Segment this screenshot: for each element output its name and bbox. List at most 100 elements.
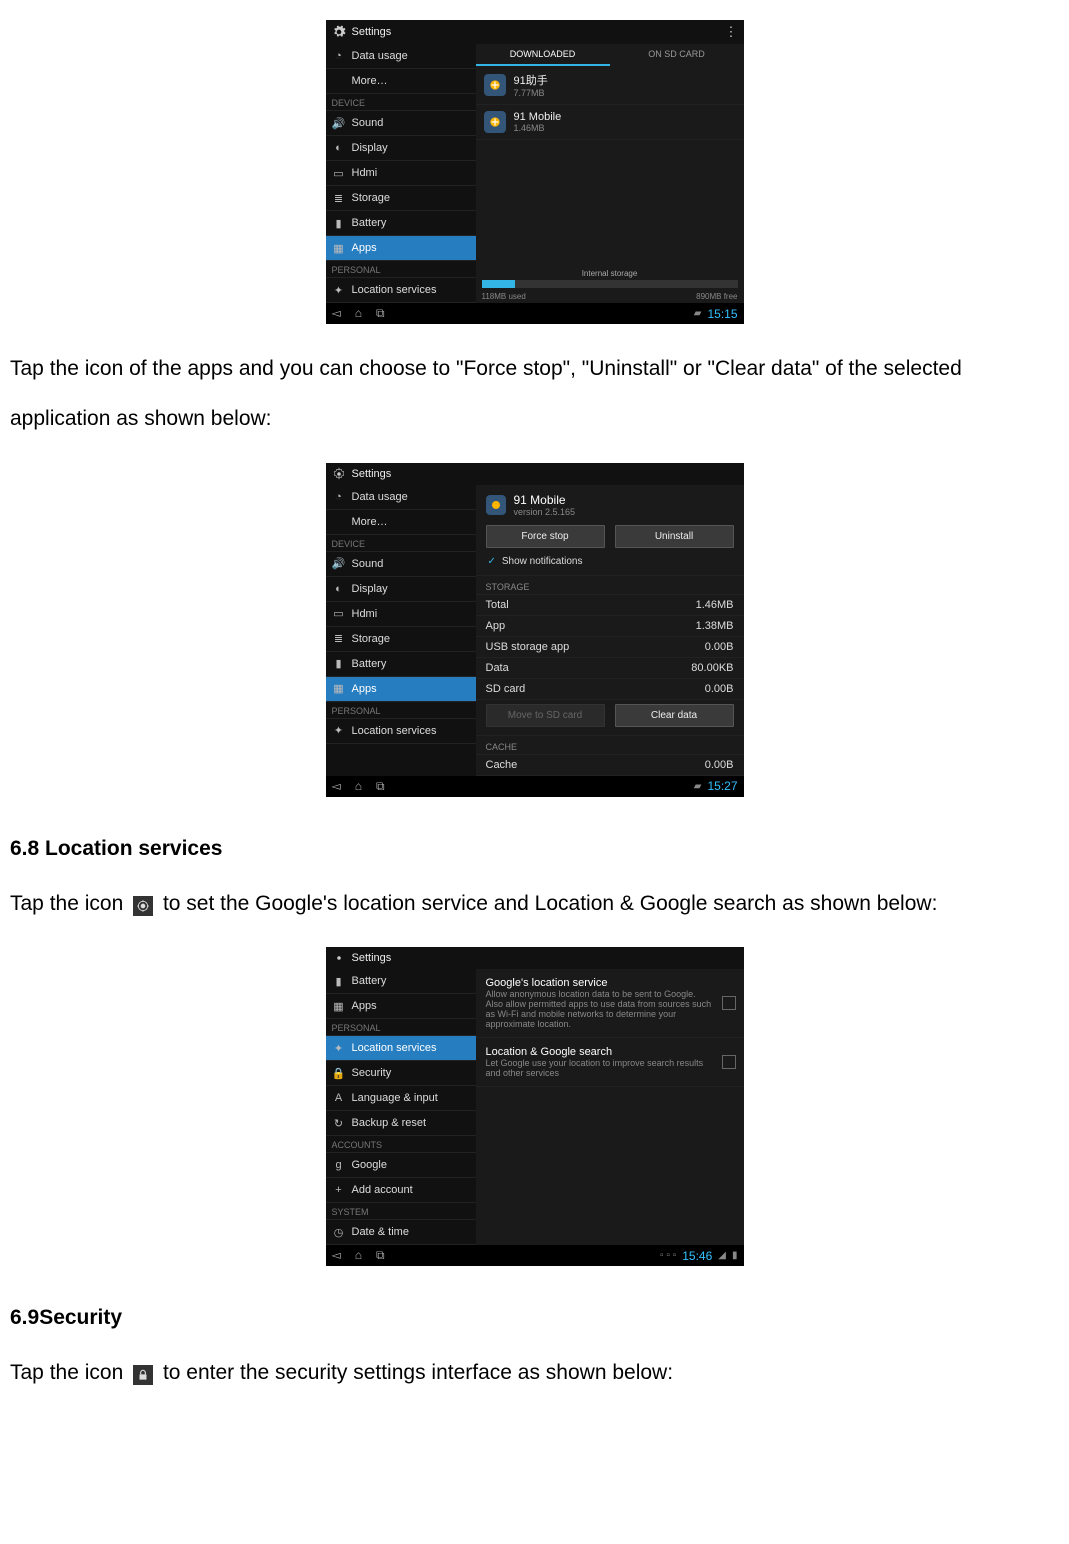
kv-usb-label: USB storage app [486, 641, 570, 653]
checkbox[interactable] [722, 996, 736, 1010]
tab-downloaded[interactable]: DOWNLOADED [476, 44, 610, 66]
lock-icon: 🔒 [332, 1066, 346, 1080]
storage-icon: ≣ [332, 191, 346, 205]
recent-button[interactable]: ⧉ [376, 779, 385, 794]
sidebar-item-add-account[interactable]: +Add account [326, 1178, 476, 1203]
sidebar-section-personal: PERSONAL [326, 702, 476, 719]
screenshot-location-services: Settings ▮Battery ▦Apps PERSONAL ✦Locati… [326, 947, 744, 1266]
sidebar-item-display[interactable]: ◐Display [326, 577, 476, 602]
sidebar-item-apps[interactable]: ▦Apps [326, 677, 476, 702]
heading-security: 6.9Security [10, 1306, 1059, 1330]
language-icon: A [332, 1091, 346, 1105]
google-location-service-toggle[interactable]: Google's location service Allow anonymou… [476, 969, 744, 1038]
sidebar-item-storage[interactable]: ≣Storage [326, 186, 476, 211]
paragraph: Tap the icon to set the Google's locatio… [10, 879, 1059, 929]
kv-total-label: Total [486, 599, 509, 611]
back-button[interactable]: ◅ [332, 779, 341, 794]
app-name: 91 Mobile [514, 493, 576, 507]
sidebar-item-more[interactable]: More… [326, 69, 476, 94]
apps-icon: ▦ [332, 241, 346, 255]
sidebar-item-display[interactable]: ◐Display [326, 136, 476, 161]
sidebar-item-apps[interactable]: ▦Apps [326, 994, 476, 1019]
lock-icon [133, 1365, 153, 1385]
title-text: Settings [352, 26, 392, 38]
sidebar-item-sound[interactable]: 🔊Sound [326, 552, 476, 577]
hdmi-icon: ▭ [332, 607, 346, 621]
clock-icon: ◷ [332, 1225, 346, 1239]
data-usage-icon: ◔ [332, 490, 346, 504]
sidebar-item-battery[interactable]: ▮Battery [326, 969, 476, 994]
google-icon: g [332, 1158, 346, 1172]
battery-icon: ▮ [732, 1250, 738, 1261]
kv-app-value: 1.38MB [696, 620, 734, 632]
clock: 15:46 [682, 1249, 712, 1263]
sidebar-item-hdmi[interactable]: ▭Hdmi [326, 602, 476, 627]
checkbox[interactable] [722, 1055, 736, 1069]
clock: 15:15 [707, 307, 737, 321]
sidebar-item-google[interactable]: gGoogle [326, 1153, 476, 1178]
back-button[interactable]: ◅ [332, 306, 341, 321]
location-content: Google's location service Allow anonymou… [476, 969, 744, 1245]
tab-sd-card[interactable]: ON SD CARD [610, 44, 744, 66]
sidebar-item-battery[interactable]: ▮Battery [326, 652, 476, 677]
location-icon: ✦ [332, 283, 346, 297]
show-notifications-checkbox[interactable]: Show notifications [476, 552, 744, 576]
battery-icon: ▮ [332, 216, 346, 230]
sidebar-item-security[interactable]: 🔒Security [326, 1061, 476, 1086]
sidebar-item-battery[interactable]: ▮Battery [326, 211, 476, 236]
sidebar-item-more[interactable]: More… [326, 510, 476, 535]
sidebar-item-data-usage[interactable]: ◔Data usage [326, 44, 476, 69]
titlebar: Settings [326, 463, 744, 485]
apps-icon: ▦ [332, 999, 346, 1013]
sidebar-item-sound[interactable]: 🔊Sound [326, 111, 476, 136]
location-google-search-toggle[interactable]: Location & Google search Let Google use … [476, 1038, 744, 1087]
overflow-menu-icon[interactable]: ⋮ [725, 24, 738, 40]
app-list-item[interactable]: 91助手 7.77MB [476, 66, 744, 105]
title-text: Settings [352, 952, 392, 964]
kv-app-label: App [486, 620, 506, 632]
sidebar-item-storage[interactable]: ≣Storage [326, 627, 476, 652]
app-icon [484, 111, 506, 133]
home-button[interactable]: ⌂ [355, 306, 362, 321]
sidebar-section-device: DEVICE [326, 535, 476, 552]
sidebar-item-hdmi[interactable]: ▭Hdmi [326, 161, 476, 186]
titlebar: Settings [326, 947, 744, 969]
heading-location-services: 6.8 Location services [10, 837, 1059, 861]
location-icon: ✦ [332, 1041, 346, 1055]
app-size: 7.77MB [514, 88, 548, 98]
app-list-item[interactable]: 91 Mobile 1.46MB [476, 105, 744, 140]
sidebar-item-date-time[interactable]: ◷Date & time [326, 1220, 476, 1245]
sidebar-item-backup[interactable]: ↻Backup & reset [326, 1111, 476, 1136]
home-button[interactable]: ⌂ [355, 779, 362, 794]
plus-icon: + [332, 1183, 346, 1197]
recent-button[interactable]: ⧉ [376, 306, 385, 321]
hdmi-icon: ▭ [332, 166, 346, 180]
back-button[interactable]: ◅ [332, 1248, 341, 1263]
kv-usb-value: 0.00B [705, 641, 734, 653]
kv-cache-value: 0.00B [705, 759, 734, 771]
sidebar-item-data-usage[interactable]: ◔Data usage [326, 485, 476, 510]
data-usage-icon: ◔ [332, 49, 346, 63]
uninstall-button[interactable]: Uninstall [615, 525, 734, 548]
sidebar-item-location[interactable]: ✦Location services [326, 278, 476, 303]
sidebar-item-language[interactable]: ALanguage & input [326, 1086, 476, 1111]
clear-data-button[interactable]: Clear data [615, 704, 734, 727]
settings-sidebar: ▮Battery ▦Apps PERSONAL ✦Location servic… [326, 969, 476, 1245]
recent-button[interactable]: ⧉ [376, 1248, 385, 1263]
sidebar-item-location[interactable]: ✦Location services [326, 1036, 476, 1061]
force-stop-button[interactable]: Force stop [486, 525, 605, 548]
app-icon [486, 495, 506, 515]
signal-icon: ▰ [694, 308, 702, 319]
sidebar-item-apps[interactable]: ▦Apps [326, 236, 476, 261]
sidebar-item-location[interactable]: ✦Location services [326, 719, 476, 744]
sidebar-section-accounts: ACCOUNTS [326, 1136, 476, 1153]
storage-free: 890MB free [696, 292, 737, 301]
wifi-icon: ◢ [718, 1250, 726, 1261]
app-size: 1.46MB [514, 123, 562, 133]
kv-sd-label: SD card [486, 683, 526, 695]
settings-icon [332, 467, 346, 481]
sound-icon: 🔊 [332, 116, 346, 130]
home-button[interactable]: ⌂ [355, 1248, 362, 1263]
app-name: 91 Mobile [514, 111, 562, 123]
battery-icon: ▮ [332, 657, 346, 671]
